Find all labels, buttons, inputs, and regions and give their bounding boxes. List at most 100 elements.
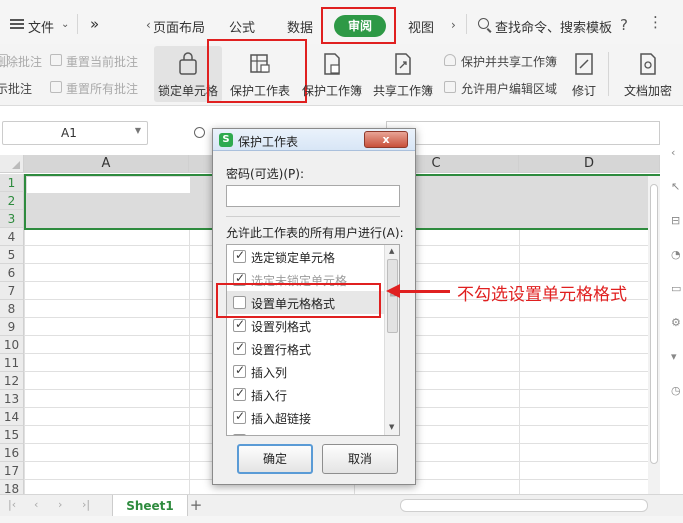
delete-comment-button[interactable]: 删除批注 [0,53,42,70]
row-header[interactable]: 8 [0,300,24,318]
property-icon[interactable]: ⊟ [671,214,680,227]
formula-input[interactable] [386,121,660,145]
row-header[interactable]: 6 [0,264,24,282]
horizontal-scrollbar[interactable] [400,499,648,512]
show-comment-button[interactable]: 显示批注 [0,80,32,97]
next-sheet-icon[interactable]: › [58,498,62,511]
permission-checkbox[interactable] [233,363,246,378]
tab-file[interactable]: 文件 [28,17,54,36]
zoom-icon[interactable] [194,127,205,138]
permission-item[interactable]: 设置行格式 [227,337,385,360]
row-header[interactable]: 1 [0,174,24,192]
sheet-tab-bar: |‹ ‹ › ›| Sheet1 + [0,494,683,517]
row-header[interactable]: 17 [0,462,24,480]
row-header[interactable]: 5 [0,246,24,264]
ok-button[interactable]: 确定 [237,444,313,474]
allow-edit-ranges-button[interactable]: 允许用户编辑区域 [461,80,557,97]
chevron-right-icon[interactable]: › [451,18,456,32]
column-header-d[interactable]: D [519,155,660,173]
row-header[interactable]: 13 [0,390,24,408]
tab-more[interactable]: » [90,15,99,33]
ribbon-tab-bar: 文件 ⌄ » ‹ 页面布局 公式 数据 审阅 视图 › 查找命令、搜索模板 ? … [0,0,683,44]
protect-workbook-button[interactable]: 保护工作簿 [299,46,365,104]
tab-page-layout[interactable]: 页面布局 [153,17,205,36]
permission-checkbox[interactable] [233,386,246,401]
row-header[interactable]: 11 [0,354,24,372]
annotation-text: 不勾选设置单元格格式 [457,285,627,305]
permission-item[interactable]: 插入超链接 [227,406,385,429]
reset-current-comment-button[interactable]: 重置当前批注 [66,53,138,70]
dialog-title-bar[interactable]: S 保护工作表 x [213,129,415,151]
select-all-corner[interactable] [0,155,24,173]
vertical-scroll-thumb[interactable] [650,184,658,464]
select-icon[interactable]: ↖ [671,180,680,193]
password-input[interactable] [226,185,400,207]
active-cell-a1[interactable] [27,177,190,193]
protect-share-workbook-button[interactable]: 保护并共享工作簿 [461,53,557,70]
shape-icon[interactable]: ▭ [671,282,681,295]
permission-checkbox[interactable] [233,317,246,332]
permission-checkbox[interactable] [233,409,246,424]
style-icon[interactable]: ◔ [671,248,681,261]
sheet-tab-sheet1[interactable]: Sheet1 [112,495,188,517]
tab-data[interactable]: 数据 [287,17,313,36]
dialog-title: 保护工作表 [238,135,299,149]
backup-icon[interactable]: ◷ [671,384,681,397]
row-header[interactable]: 7 [0,282,24,300]
share-workbook-button[interactable]: 共享工作簿 [370,46,436,104]
wps-logo-icon: S [219,133,233,147]
column-header-a[interactable]: A [24,155,189,173]
vertical-scrollbar[interactable] [648,176,660,494]
permission-item[interactable]: 删除列 [227,429,385,435]
row-header[interactable]: 3 [0,210,24,228]
menu-icon[interactable] [10,19,24,29]
doc-encrypt-button[interactable]: 文档加密 [619,46,677,104]
permission-checkbox[interactable] [233,340,246,355]
chevron-down-icon[interactable]: ⌄ [61,19,69,30]
name-box[interactable]: A1 ▼ [2,121,148,145]
search-icon[interactable] [478,18,489,29]
list-scrollbar[interactable]: ▲ ▼ [384,245,399,435]
filter-icon[interactable]: ▾ [671,350,677,363]
tab-view[interactable]: 视图 [408,17,434,36]
row-header[interactable]: 10 [0,336,24,354]
row-header[interactable]: 15 [0,426,24,444]
add-sheet-button[interactable]: + [188,496,204,514]
permission-item[interactable]: 插入列 [227,360,385,383]
permission-checkbox[interactable] [233,432,246,435]
prev-sheet-icon[interactable]: ‹ [34,498,38,511]
permission-item[interactable]: 选定锁定单元格 [227,245,385,268]
dialog-close-button[interactable]: x [364,131,408,148]
last-sheet-icon[interactable]: ›| [82,498,90,511]
more-options-icon[interactable]: ⋮ [648,13,663,31]
track-changes-button[interactable]: 修订 [566,46,602,104]
row-header[interactable]: 14 [0,408,24,426]
track-changes-label: 修订 [571,84,596,98]
row-header[interactable]: 12 [0,372,24,390]
permission-label: 设置行格式 [251,343,312,357]
tab-formula[interactable]: 公式 [229,17,255,36]
status-bar [0,516,683,523]
row-header[interactable]: 4 [0,228,24,246]
settings-icon[interactable]: ⚙ [671,316,681,329]
cancel-button[interactable]: 取消 [322,444,398,474]
scroll-down-icon[interactable]: ▼ [389,423,394,431]
tab-review[interactable]: 审阅 [334,15,386,37]
chevron-left-icon[interactable]: ‹ [146,18,151,32]
chevron-down-icon[interactable]: ▼ [135,126,141,135]
protect-sheet-button[interactable]: 保护工作表 [224,46,296,104]
permission-checkbox[interactable] [233,248,246,263]
row-header[interactable]: 9 [0,318,24,336]
row-header[interactable]: 16 [0,444,24,462]
permissions-list[interactable]: 删除列插入超链接插入行插入列设置行格式设置列格式设置单元格格式选定未锁定单元格选… [226,244,400,436]
tab-separator [466,14,467,34]
dialog-divider [226,216,400,217]
permission-item[interactable]: 插入行 [227,383,385,406]
reset-all-comments-button[interactable]: 重置所有批注 [66,80,138,97]
row-header[interactable]: 2 [0,192,24,210]
help-icon[interactable]: ? [620,16,628,34]
scroll-up-icon[interactable]: ▲ [389,247,394,255]
first-sheet-icon[interactable]: |‹ [8,498,16,511]
collapse-icon[interactable]: ‹ [671,146,675,159]
command-search[interactable]: 查找命令、搜索模板 [495,17,612,36]
